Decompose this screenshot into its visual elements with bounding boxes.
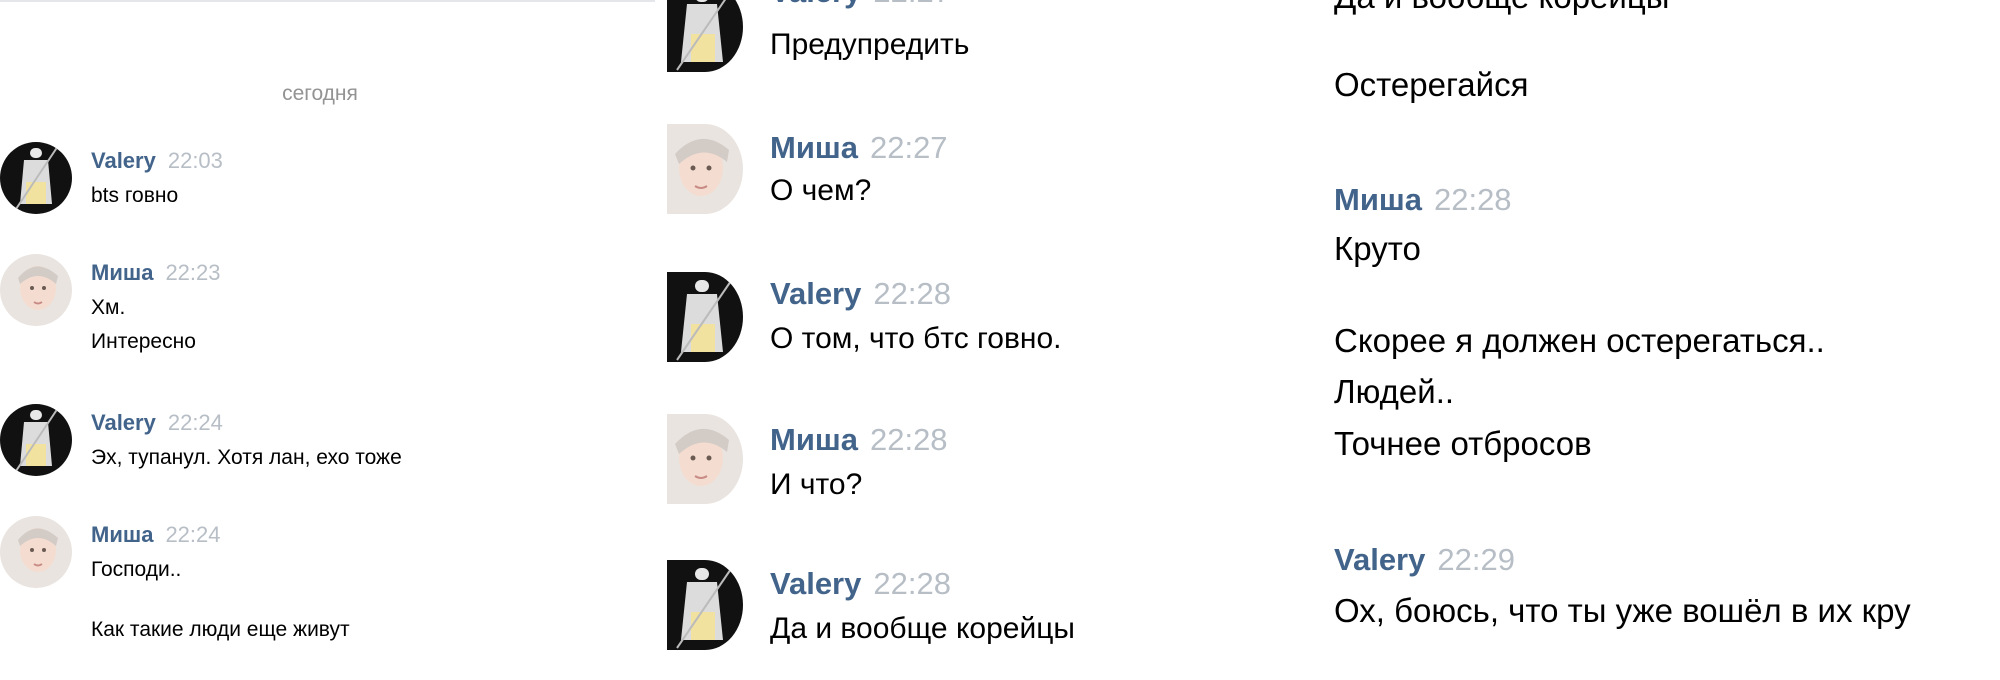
avatar-valery[interactable]	[667, 560, 743, 650]
avatar-valery[interactable]	[667, 272, 743, 362]
timestamp: 22:29	[1437, 542, 1515, 577]
avatar-misha[interactable]	[667, 124, 743, 214]
timestamp: 22:28	[873, 276, 951, 311]
message-text: Остерегайся	[1334, 66, 1529, 103]
message-text: bts говно	[91, 184, 179, 207]
author-name[interactable]: Миша	[91, 260, 153, 285]
avatar-valery[interactable]	[667, 0, 743, 72]
avatar-valery[interactable]	[0, 404, 72, 476]
avatar-valery[interactable]	[0, 142, 72, 214]
message-text: Да и вообще корейцы	[1334, 0, 1669, 16]
author-name[interactable]: Valery	[770, 276, 861, 311]
date-separator: сегодня	[282, 82, 358, 105]
author-name[interactable]: Valery	[1334, 542, 1425, 577]
avatar-misha[interactable]	[0, 254, 72, 326]
author-name[interactable]: Миша	[1334, 182, 1422, 217]
message-text: Да и вообще корейцы	[770, 612, 1075, 645]
message-text: О том, что бтс говно.	[770, 322, 1062, 355]
author-name[interactable]: Valery	[91, 410, 156, 435]
message-text: О чем?	[770, 174, 872, 207]
author-name[interactable]: Миша	[91, 522, 153, 547]
message-text: Эх, тупанул. Хотя лан, ехо тоже	[91, 446, 402, 469]
message-text: Хм.	[91, 296, 126, 319]
chat-panel-middle: Valery 22:27 Предупредить Миша 22:27 О чем…	[655, 0, 1320, 680]
author-name[interactable]: Миша	[770, 422, 858, 457]
avatar-misha[interactable]	[667, 414, 743, 504]
chat-panel-left: сегодня Valery 22:03 bts говно Миша 22:23 …	[0, 0, 655, 680]
author-name[interactable]: Valery	[770, 0, 861, 9]
timestamp: 22:28	[873, 566, 951, 601]
timestamp: 22:27	[873, 0, 951, 9]
message-text: Как такие люди еще живут	[91, 618, 350, 641]
chat-panel-right: Да и вообще корейцы Остерегайся Миша 22:2…	[1320, 0, 2000, 680]
author-name[interactable]: Valery	[770, 566, 861, 601]
timestamp: 22:23	[165, 260, 221, 285]
message-text: И что?	[770, 468, 863, 501]
message-text: Господи..	[91, 558, 182, 581]
timestamp: 22:03	[167, 148, 223, 173]
author-name[interactable]: Миша	[770, 130, 858, 165]
message-text: Точнее отбросов	[1334, 425, 1592, 462]
author-name[interactable]: Valery	[91, 148, 156, 173]
message-text: Ох, боюсь, что ты уже вошёл в их кру	[1334, 592, 1911, 629]
timestamp: 22:28	[1433, 182, 1512, 217]
avatar-misha[interactable]	[0, 516, 72, 588]
message-text: Людей..	[1334, 373, 1455, 410]
timestamp: 22:28	[869, 422, 948, 457]
message-text: Скорее я должен остерегаться..	[1334, 322, 1825, 359]
timestamp: 22:24	[167, 410, 223, 435]
timestamp: 22:27	[869, 130, 948, 165]
timestamp: 22:24	[165, 522, 221, 547]
message-text: Предупредить	[770, 28, 970, 61]
message-text: Интересно	[91, 330, 196, 353]
message-text: Круто	[1334, 230, 1421, 267]
